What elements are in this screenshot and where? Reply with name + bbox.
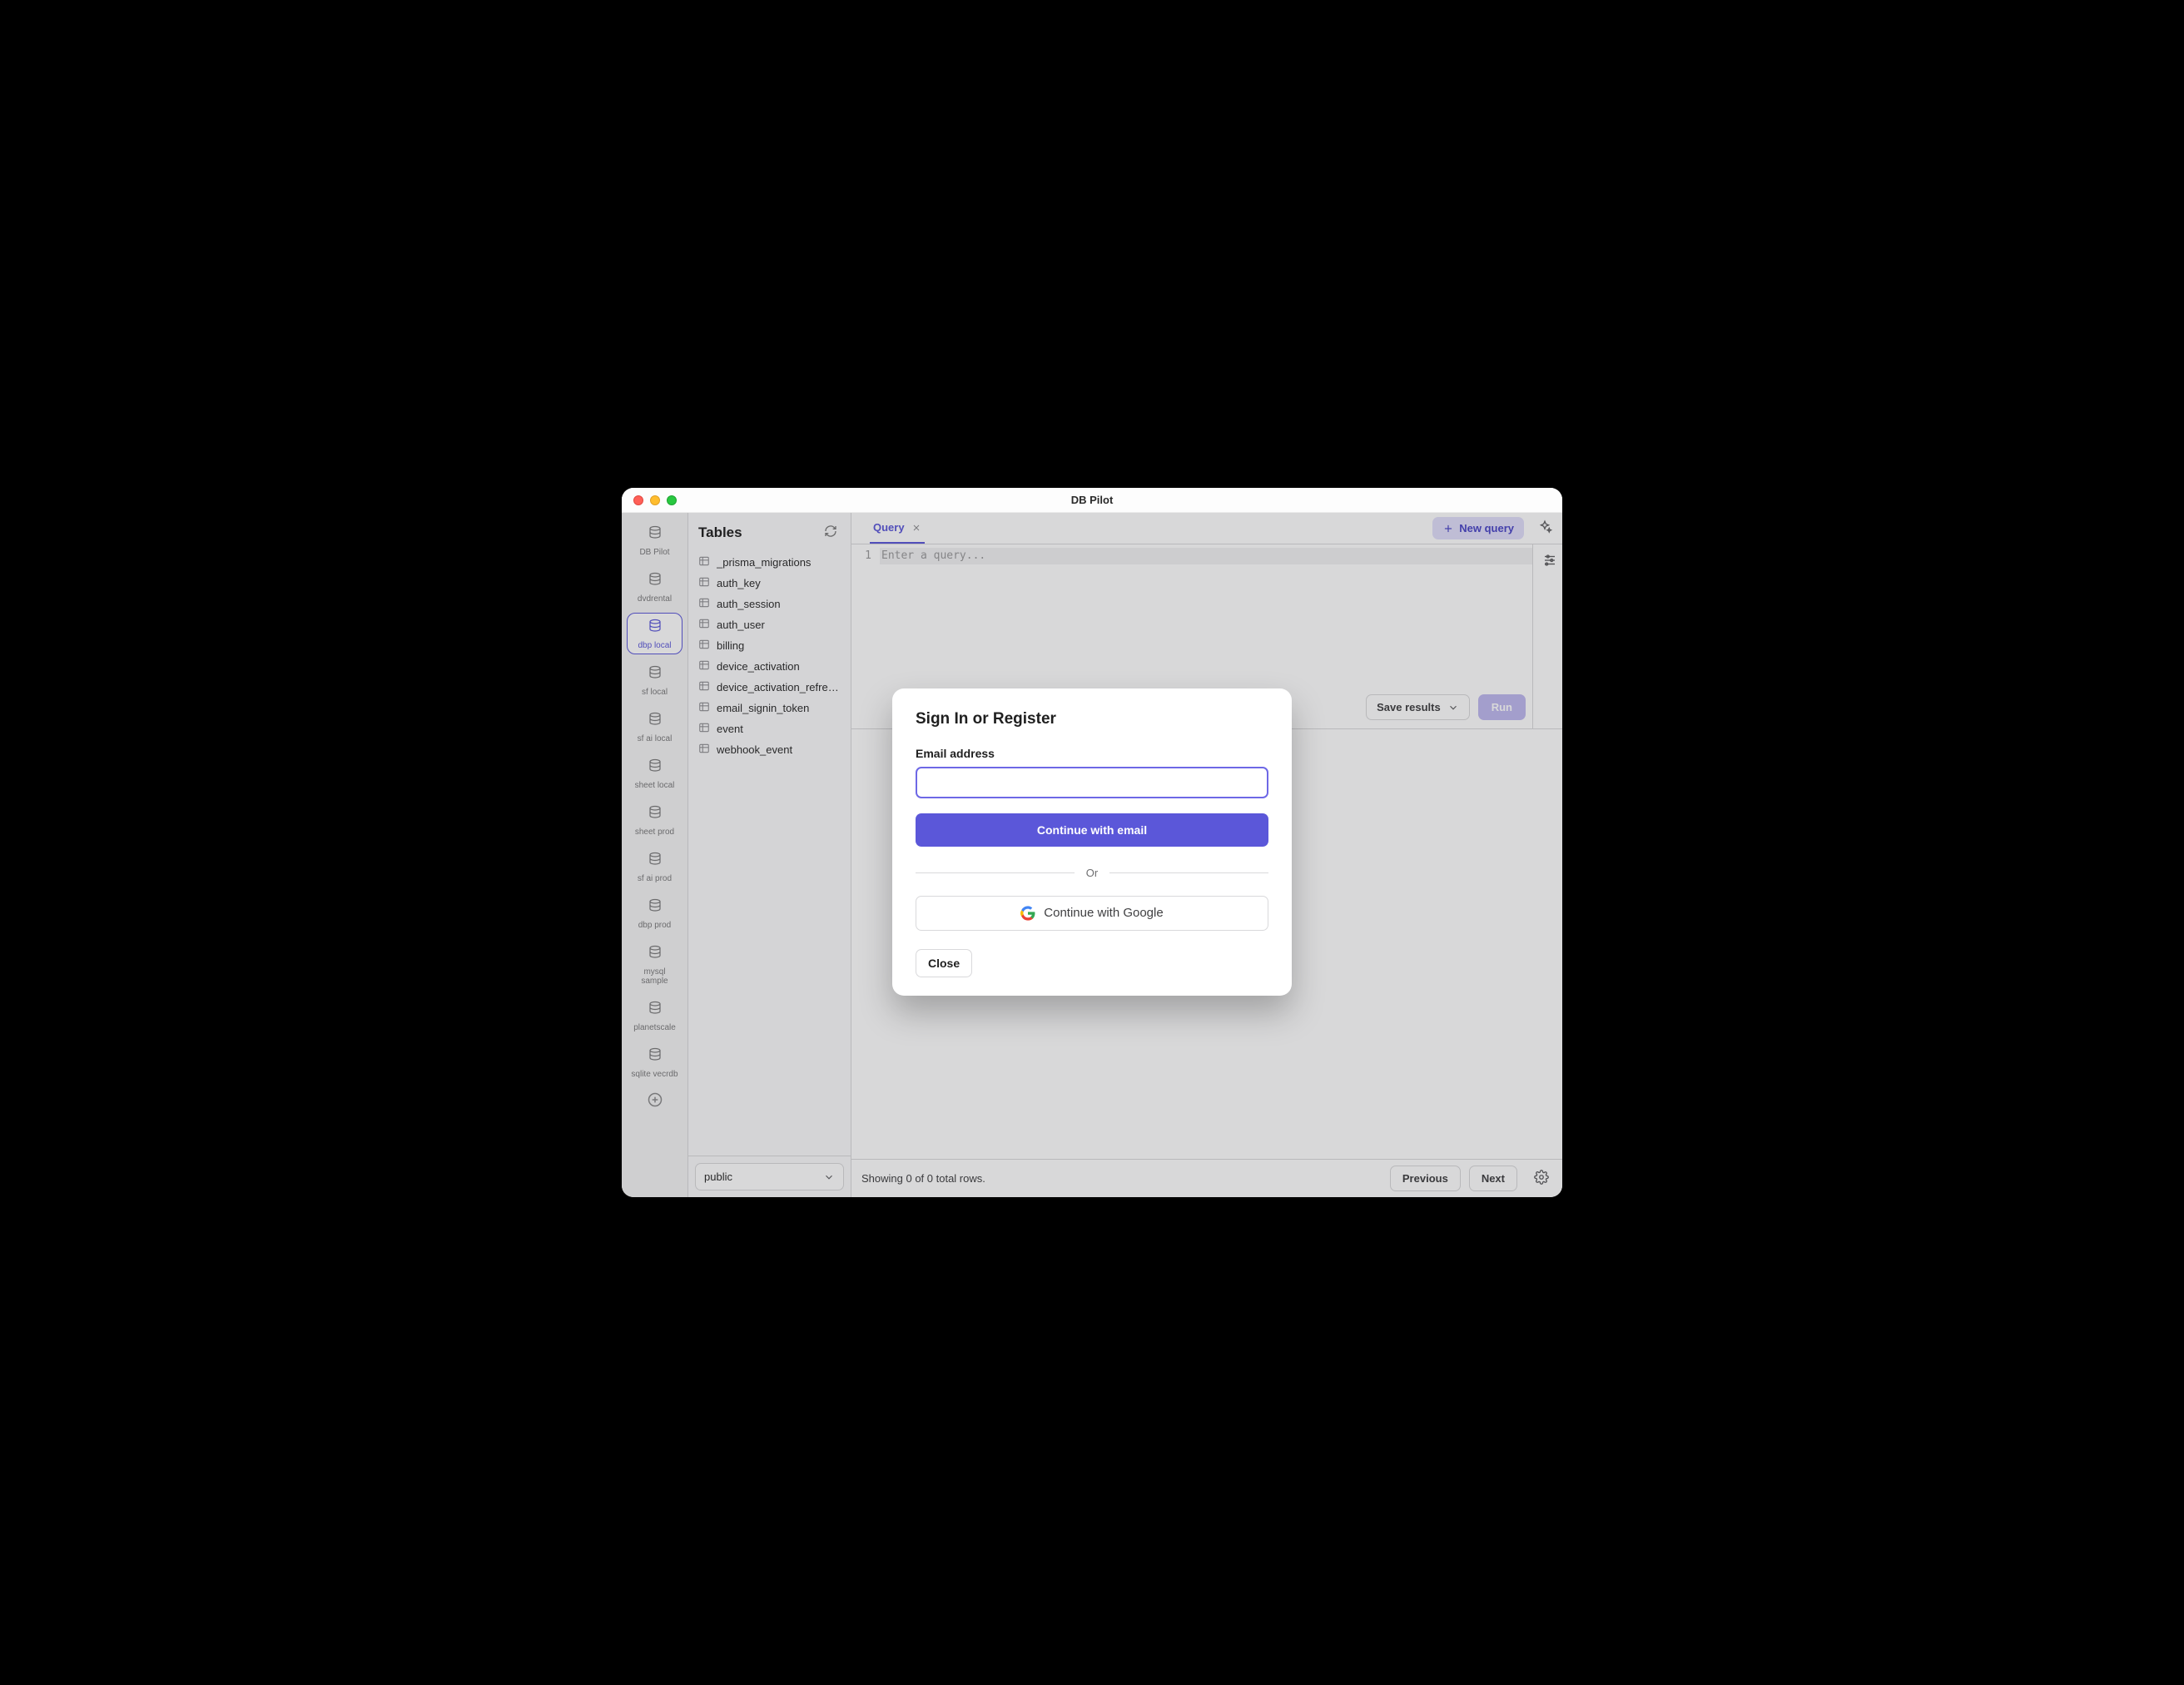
continue-email-button[interactable]: Continue with email [916,813,1268,847]
app-window: DB Pilot DB Pilotdvdrentaldbp localsf lo… [622,488,1562,1197]
window-minimize-icon[interactable] [650,495,660,505]
window-close-icon[interactable] [633,495,643,505]
close-label: Close [928,957,960,970]
titlebar: DB Pilot [622,488,1562,513]
continue-email-label: Continue with email [1037,823,1147,837]
modal-title: Sign In or Register [916,710,1268,728]
email-label: Email address [916,747,1268,760]
modal-overlay[interactable]: Sign In or Register Email address Contin… [622,513,1562,1197]
signin-modal: Sign In or Register Email address Contin… [892,688,1292,996]
window-controls [633,495,677,505]
continue-google-button[interactable]: Continue with Google [916,896,1268,931]
email-input[interactable] [916,767,1268,798]
or-label: Or [1086,867,1098,879]
modal-close-button[interactable]: Close [916,949,972,977]
window-title: DB Pilot [622,494,1562,506]
google-logo-icon [1020,906,1035,921]
continue-google-label: Continue with Google [1044,906,1163,920]
window-maximize-icon[interactable] [667,495,677,505]
or-separator: Or [916,867,1268,879]
